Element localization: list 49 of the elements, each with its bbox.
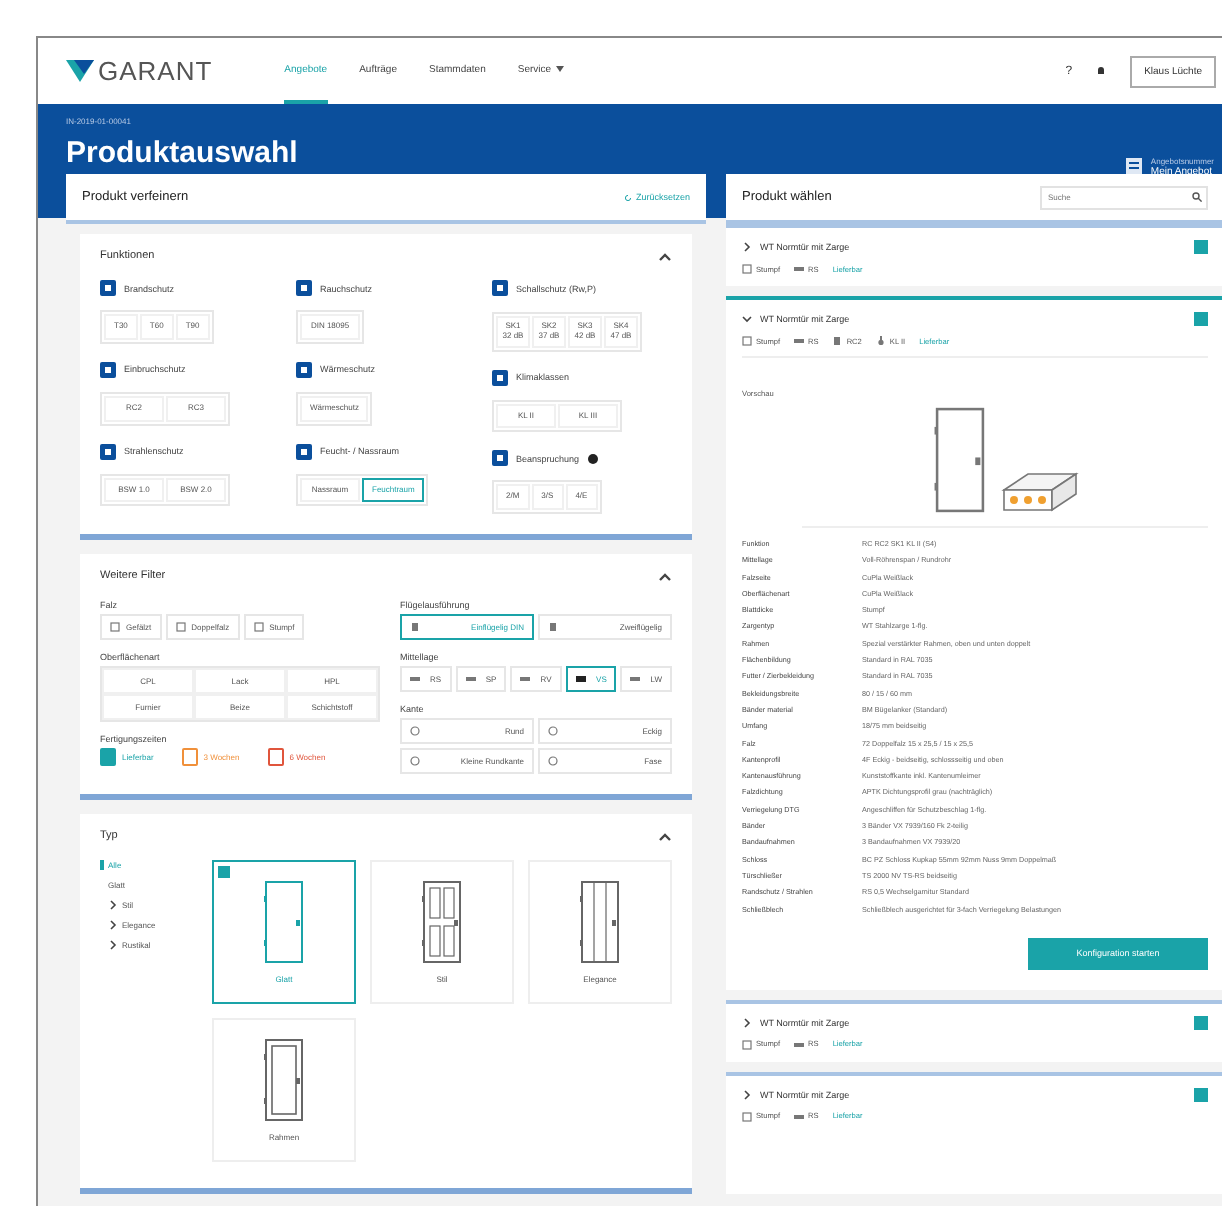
function-icon — [492, 450, 508, 467]
circle-icon — [548, 756, 558, 767]
lock-icon — [832, 336, 843, 346]
door-drawing — [262, 1038, 306, 1123]
function-icon — [100, 361, 116, 378]
check-icon — [218, 866, 230, 879]
board-drawing — [999, 470, 1079, 514]
square-icon — [110, 622, 120, 633]
chevron-right-icon[interactable] — [742, 1089, 752, 1100]
door-drawing — [262, 880, 306, 965]
square-icon — [253, 622, 264, 633]
logo-text: GARANT — [98, 56, 213, 86]
thermometer-icon — [875, 336, 886, 346]
logo-icon — [66, 60, 94, 82]
lock-icon — [548, 622, 558, 633]
add-button[interactable] — [1194, 1087, 1208, 1102]
chevron-down-icon[interactable] — [742, 314, 752, 324]
function-icon — [100, 280, 116, 296]
reset-icon[interactable] — [623, 193, 632, 201]
function-icon — [296, 361, 312, 378]
info-icon[interactable] — [587, 453, 598, 464]
chevron-up-icon[interactable] — [658, 571, 672, 582]
circle-icon — [410, 756, 420, 767]
square-icon — [742, 336, 752, 346]
lock-icon — [410, 622, 420, 633]
layers-icon — [575, 674, 586, 685]
page-title: Produktauswahl — [66, 138, 298, 168]
square-icon — [742, 1111, 752, 1122]
search-icon — [1192, 192, 1202, 202]
function-icon — [492, 280, 508, 296]
circle-icon — [548, 726, 558, 737]
chevron-up-icon[interactable] — [658, 831, 672, 842]
square-icon — [742, 1039, 752, 1050]
square-icon — [742, 264, 752, 274]
chevron-up-icon[interactable] — [658, 251, 672, 261]
door-drawing — [420, 880, 464, 965]
chevron-right-icon[interactable] — [742, 1017, 752, 1028]
document-icon — [1126, 157, 1143, 177]
function-icon — [296, 280, 312, 296]
chevron-right-icon[interactable] — [742, 242, 752, 252]
bell-icon[interactable] — [1096, 66, 1107, 76]
function-icon — [100, 443, 116, 460]
square-icon — [175, 622, 186, 633]
door-drawing — [578, 880, 622, 965]
function-icon — [296, 443, 312, 460]
circle-icon — [410, 726, 420, 737]
door-drawing — [931, 406, 987, 514]
add-button[interactable] — [1194, 1015, 1208, 1030]
function-icon — [492, 369, 508, 386]
